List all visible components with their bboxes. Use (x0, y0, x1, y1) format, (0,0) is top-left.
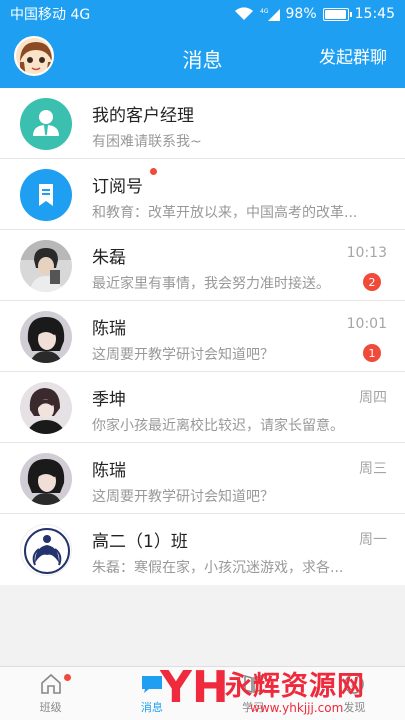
unread-dot (150, 168, 157, 175)
conversation-preview: 和教育：改革开放以来，中国高考的改革... (92, 205, 358, 221)
carrier-label: 中国移动 4G (10, 7, 91, 23)
conversation-title: 季坤 (92, 390, 126, 410)
conversation-list: 我的客户经理 有困难请联系我~ 订阅号 和教育：改革开放以来，中国高考的改革..… (0, 88, 405, 585)
contact-avatar (20, 453, 72, 505)
home-icon (40, 673, 61, 694)
unread-badge: 1 (363, 344, 381, 362)
conversation-time: 周四 (359, 390, 387, 406)
status-indicators: 4G 98% 15:45 (234, 6, 395, 22)
conversation-item-manager[interactable]: 我的客户经理 有困难请联系我~ (0, 88, 405, 159)
nav-bar: 消息 发起群聊 (0, 28, 405, 88)
contact-avatar (20, 311, 72, 363)
top-header: 中国移动 4G 4G 98% 15:45 消息 发起群聊 (0, 0, 405, 88)
watermark-url: www.yhkjjj.com (250, 701, 344, 715)
svg-text:YH: YH (160, 662, 229, 713)
unread-badge: 2 (363, 273, 381, 291)
battery-icon (322, 7, 352, 21)
conversation-preview: 有困难请联系我~ (92, 134, 202, 150)
conversation-title: 我的客户经理 (92, 106, 194, 126)
conversation-item-subscriptions[interactable]: 订阅号 和教育：改革开放以来，中国高考的改革... (0, 159, 405, 230)
conversation-preview: 这周要开教学研讨会知道吧？ (92, 347, 274, 363)
user-avatar[interactable] (14, 36, 54, 76)
svg-text:4G: 4G (260, 8, 269, 15)
status-bar: 中国移动 4G 4G 98% 15:45 (0, 0, 405, 28)
conversation-preview: 最近家里有事情，我会努力准时接送。 (92, 276, 330, 292)
conversation-item-class-group[interactable]: 高二（1）班 周一 朱磊：寒假在家，小孩沉迷游戏，求各... (0, 514, 405, 585)
manager-avatar (20, 98, 72, 150)
conversation-title: 陈瑞 (92, 319, 126, 339)
conversation-item-jikun[interactable]: 季坤 周四 你家小孩最近离校比较迟，请家长留意。 (0, 372, 405, 443)
conversation-time: 周三 (359, 461, 387, 477)
conversation-item-zhulei[interactable]: 朱磊 10:13 最近家里有事情，我会努力准时接送。 2 (0, 230, 405, 301)
watermark-text: 永辉资源网 (225, 671, 365, 702)
clock: 15:45 (354, 6, 395, 22)
page-title: 消息 (182, 47, 223, 72)
contact-avatar (20, 382, 72, 434)
class-logo-icon (24, 528, 70, 574)
unread-dot (64, 674, 71, 681)
subscription-avatar (20, 169, 72, 221)
wifi-icon (234, 7, 253, 21)
conversation-item-chenrui-2[interactable]: 陈瑞 周三 这周要开教学研讨会知道吧？ (0, 443, 405, 514)
conversation-preview: 你家小孩最近离校比较迟，请家长留意。 (92, 418, 344, 434)
battery-percent: 98% (285, 6, 317, 22)
person-icon (33, 110, 59, 136)
conversation-title: 朱磊 (92, 248, 126, 268)
bookmark-icon (39, 184, 53, 206)
conversation-title: 订阅号 (92, 177, 143, 197)
tab-label: 班级 (39, 701, 62, 714)
tab-class[interactable]: 班级 (0, 667, 101, 720)
conversation-time: 周一 (359, 532, 387, 548)
conversation-time: 10:01 (346, 316, 387, 332)
conversation-preview: 朱磊：寒假在家，小孩沉迷游戏，求各... (92, 560, 344, 576)
start-group-chat-button[interactable]: 发起群聊 (319, 43, 387, 68)
conversation-time: 10:13 (346, 245, 387, 261)
conversation-item-chenrui[interactable]: 陈瑞 10:01 这周要开教学研讨会知道吧？ 1 (0, 301, 405, 372)
contact-avatar (20, 240, 72, 292)
conversation-title: 高二（1）班 (92, 532, 188, 552)
signal-icon: 4G (260, 8, 280, 21)
group-avatar (20, 524, 72, 576)
conversation-preview: 这周要开教学研讨会知道吧？ (92, 489, 274, 505)
conversation-title: 陈瑞 (92, 461, 126, 481)
